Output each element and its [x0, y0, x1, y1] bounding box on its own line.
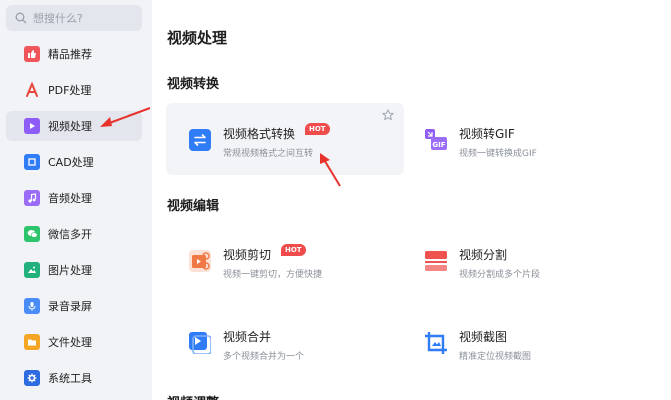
- section-title-video-edit: 视频编辑: [167, 199, 220, 214]
- music-icon: [24, 190, 40, 206]
- search-icon: [15, 12, 27, 24]
- tool-name: 视频转GIF: [459, 127, 515, 141]
- sidebar-item-label: 文件处理: [48, 336, 92, 349]
- sidebar-item-cad[interactable]: CAD处理: [6, 147, 142, 177]
- sidebar-item-label: 视频处理: [48, 120, 92, 133]
- pdf-icon: [24, 82, 40, 98]
- sidebar: 想搜什么? 精品推荐 PDF处理 视频处理 CAD处理 音频处理 微信多开 图片…: [0, 0, 152, 400]
- tool-card-video-merge[interactable]: 视频合并 多个视频合并为一个: [166, 306, 404, 378]
- tool-name: 视频格式转换: [223, 127, 296, 141]
- sidebar-item-recommend[interactable]: 精品推荐: [6, 39, 142, 69]
- search-placeholder: 想搜什么?: [33, 12, 83, 25]
- sidebar-item-label: CAD处理: [48, 156, 94, 169]
- play-icon: [24, 118, 40, 134]
- sidebar-item-label: 系统工具: [48, 372, 92, 385]
- sidebar-item-recording[interactable]: 录音录屏: [6, 291, 142, 321]
- crop-icon: [425, 332, 447, 354]
- tool-card-video-format-convert[interactable]: 视频格式转换 HOT 常规视频格式之间互转: [166, 103, 404, 175]
- sidebar-item-image[interactable]: 图片处理: [6, 255, 142, 285]
- tool-description: 视频一键剪切，方便快捷: [223, 270, 323, 280]
- gear-icon: [24, 370, 40, 386]
- tool-card-video-split[interactable]: 视频分割 视频分割成多个片段: [402, 224, 640, 296]
- tool-name: 视频合并: [223, 330, 272, 344]
- wechat-icon: [24, 226, 40, 242]
- folder-icon: [24, 334, 40, 350]
- svg-text:GIF: GIF: [432, 141, 445, 149]
- tool-name: 视频截图: [459, 330, 508, 344]
- section-title-video-adjust: 视频调整: [167, 392, 219, 400]
- cut-icon: [189, 250, 211, 272]
- main-panel: 视频处理 视频转换 视频格式转换 HOT 常规视频格式之间互转 GIF 视频转G…: [152, 0, 671, 400]
- tool-description: 多个视频合并为一个: [223, 352, 305, 362]
- hot-badge: HOT: [281, 244, 306, 256]
- sidebar-item-audio[interactable]: 音频处理: [6, 183, 142, 213]
- mic-icon: [24, 298, 40, 314]
- sidebar-item-wechat[interactable]: 微信多开: [6, 219, 142, 249]
- search-box[interactable]: 想搜什么?: [6, 5, 142, 31]
- sidebar-item-label: 微信多开: [48, 228, 92, 241]
- merge-icon: [189, 332, 211, 354]
- sidebar-item-label: PDF处理: [48, 84, 92, 97]
- star-icon[interactable]: [382, 109, 394, 121]
- sidebar-item-file[interactable]: 文件处理: [6, 327, 142, 357]
- sidebar-item-video[interactable]: 视频处理: [6, 111, 142, 141]
- tool-description: 常规视频格式之间互转: [223, 149, 314, 159]
- split-icon: [425, 251, 447, 271]
- tool-card-video-to-gif[interactable]: GIF 视频转GIF 视频一键转换成GIF: [402, 103, 640, 175]
- convert-icon: [189, 129, 211, 151]
- sidebar-item-label: 录音录屏: [48, 300, 92, 313]
- tool-name: 视频剪切: [223, 248, 272, 262]
- tool-description: 精准定位视频截图: [459, 352, 532, 362]
- tool-description: 视频分割成多个片段: [459, 270, 541, 280]
- tool-card-video-cut[interactable]: 视频剪切 HOT 视频一键剪切，方便快捷: [166, 224, 404, 296]
- sidebar-item-system[interactable]: 系统工具: [6, 363, 142, 393]
- tool-name: 视频分割: [459, 248, 508, 262]
- gif-icon: GIF: [425, 129, 447, 150]
- sidebar-item-label: 音频处理: [48, 192, 92, 205]
- image-icon: [24, 262, 40, 278]
- hot-badge: HOT: [305, 123, 330, 135]
- section-title-video-convert: 视频转换: [167, 77, 220, 92]
- sidebar-item-label: 精品推荐: [48, 48, 92, 61]
- thumbs-up-icon: [24, 46, 40, 62]
- sidebar-item-pdf[interactable]: PDF处理: [6, 75, 142, 105]
- page-title: 视频处理: [167, 29, 228, 47]
- tool-card-video-screenshot[interactable]: 视频截图 精准定位视频截图: [402, 306, 640, 378]
- sidebar-item-label: 图片处理: [48, 264, 92, 277]
- tool-description: 视频一键转换成GIF: [459, 149, 537, 159]
- cad-icon: [24, 154, 40, 170]
